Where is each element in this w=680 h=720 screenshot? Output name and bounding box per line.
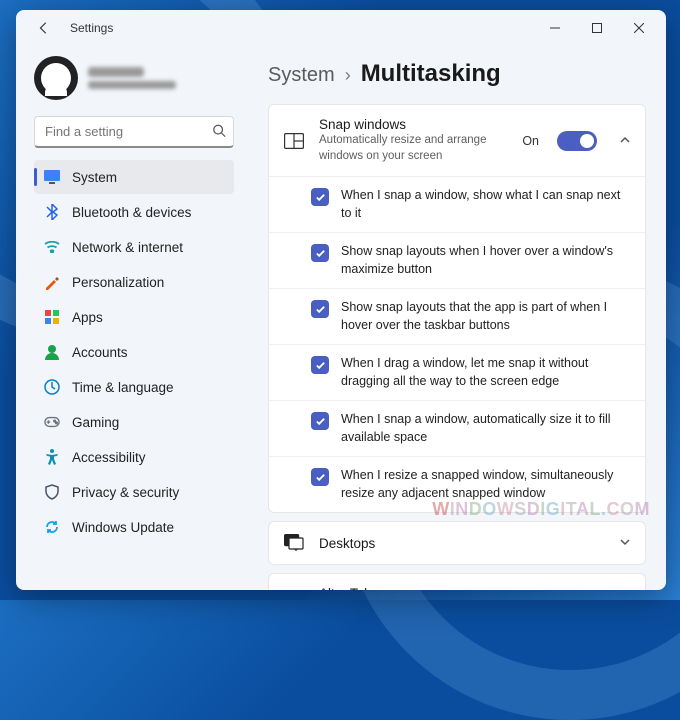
chevron-down-icon	[619, 535, 631, 551]
search-icon	[212, 124, 226, 141]
breadcrumb-parent[interactable]: System	[268, 64, 335, 87]
privacy-security-icon	[44, 484, 60, 500]
nav-list: System Bluetooth & devices Network & inter…	[34, 160, 234, 544]
apps-icon	[44, 309, 60, 325]
snap-windows-icon	[283, 133, 305, 149]
sidebar-item-apps[interactable]: Apps	[34, 300, 234, 334]
chevron-up-icon	[619, 133, 631, 149]
snap-windows-card: Snap windows Automatically resize and ar…	[268, 104, 646, 513]
sidebar-item-label: Bluetooth & devices	[72, 205, 191, 220]
snap-option-5[interactable]: When I resize a snapped window, simultan…	[269, 456, 645, 512]
sidebar-item-personalization[interactable]: Personalization	[34, 265, 234, 299]
sidebar-item-bluetooth-devices[interactable]: Bluetooth & devices	[34, 195, 234, 229]
sidebar-item-label: System	[72, 170, 117, 185]
snap-option-1[interactable]: Show snap layouts when I hover over a wi…	[269, 232, 645, 288]
desktops-icon	[283, 534, 305, 552]
checkbox-checked-icon[interactable]	[311, 300, 329, 318]
snap-option-4[interactable]: When I snap a window, automatically size…	[269, 400, 645, 456]
bluetooth-devices-icon	[44, 204, 60, 220]
settings-window: Settings System Bluetooth & devices	[16, 10, 666, 590]
personalization-icon	[44, 274, 60, 290]
back-button[interactable]	[30, 14, 58, 42]
alt-tab-title: Alt + Tab	[319, 586, 631, 590]
search-input[interactable]	[34, 116, 234, 148]
snap-option-label: When I snap a window, automatically size…	[341, 411, 631, 446]
breadcrumb: System › Multitasking	[268, 60, 646, 88]
main-content: System › Multitasking Snap windows Autom…	[244, 46, 666, 590]
minimize-button[interactable]	[534, 14, 576, 42]
checkbox-checked-icon[interactable]	[311, 188, 329, 206]
window-controls	[534, 14, 660, 42]
snap-option-3[interactable]: When I drag a window, let me snap it wit…	[269, 344, 645, 400]
sidebar-item-privacy-security[interactable]: Privacy & security	[34, 475, 234, 509]
desktops-header[interactable]: Desktops	[269, 522, 645, 564]
app-title: Settings	[70, 21, 113, 35]
desktops-card: Desktops	[268, 521, 646, 565]
profile-email-redacted	[88, 81, 176, 89]
snap-options-list: When I snap a window, show what I can sn…	[269, 176, 645, 512]
chevron-right-icon: ›	[345, 65, 351, 86]
sidebar-item-network-internet[interactable]: Network & internet	[34, 230, 234, 264]
sidebar-item-label: Apps	[72, 310, 103, 325]
system-icon	[44, 169, 60, 185]
snap-toggle[interactable]	[557, 131, 597, 151]
sidebar-item-label: Gaming	[72, 415, 119, 430]
sidebar-item-accounts[interactable]: Accounts	[34, 335, 234, 369]
snap-option-label: Show snap layouts when I hover over a wi…	[341, 243, 631, 278]
accessibility-icon	[44, 449, 60, 465]
snap-subtitle: Automatically resize and arrange windows…	[319, 133, 508, 164]
sidebar-item-accessibility[interactable]: Accessibility	[34, 440, 234, 474]
checkbox-checked-icon[interactable]	[311, 468, 329, 486]
network-internet-icon	[44, 239, 60, 255]
sidebar-item-windows-update[interactable]: Windows Update	[34, 510, 234, 544]
snap-option-label: When I snap a window, show what I can sn…	[341, 187, 631, 222]
sidebar: System Bluetooth & devices Network & inter…	[16, 46, 244, 590]
profile-text	[88, 67, 176, 89]
sidebar-item-label: Network & internet	[72, 240, 183, 255]
snap-option-label: When I resize a snapped window, simultan…	[341, 467, 631, 502]
checkbox-checked-icon[interactable]	[311, 356, 329, 374]
snap-title: Snap windows	[319, 117, 508, 132]
user-profile[interactable]	[34, 50, 234, 114]
snap-toggle-label: On	[522, 134, 539, 148]
page-title: Multitasking	[361, 60, 501, 88]
snap-option-0[interactable]: When I snap a window, show what I can sn…	[269, 177, 645, 232]
accounts-icon	[44, 344, 60, 360]
sidebar-item-label: Accessibility	[72, 450, 146, 465]
sidebar-item-time-language[interactable]: Time & language	[34, 370, 234, 404]
sidebar-item-system[interactable]: System	[34, 160, 234, 194]
sidebar-item-label: Accounts	[72, 345, 128, 360]
gaming-icon	[44, 414, 60, 430]
sidebar-item-label: Time & language	[72, 380, 174, 395]
sidebar-item-label: Personalization	[72, 275, 164, 290]
profile-name-redacted	[88, 67, 144, 77]
checkbox-checked-icon[interactable]	[311, 412, 329, 430]
maximize-button[interactable]	[576, 14, 618, 42]
snap-option-2[interactable]: Show snap layouts that the app is part o…	[269, 288, 645, 344]
time-language-icon	[44, 379, 60, 395]
snap-option-label: Show snap layouts that the app is part o…	[341, 299, 631, 334]
close-button[interactable]	[618, 14, 660, 42]
snap-option-label: When I drag a window, let me snap it wit…	[341, 355, 631, 390]
alt-tab-card: Alt + Tab Pressing Alt + Tab shows	[268, 573, 646, 590]
search-box	[34, 116, 234, 148]
sidebar-item-label: Privacy & security	[72, 485, 179, 500]
titlebar: Settings	[16, 10, 666, 46]
windows-update-icon	[44, 519, 60, 535]
sidebar-item-gaming[interactable]: Gaming	[34, 405, 234, 439]
desktops-title: Desktops	[319, 536, 597, 551]
alt-tab-header[interactable]: Alt + Tab Pressing Alt + Tab shows	[269, 574, 645, 590]
snap-windows-header[interactable]: Snap windows Automatically resize and ar…	[269, 105, 645, 176]
sidebar-item-label: Windows Update	[72, 520, 174, 535]
avatar	[34, 56, 78, 100]
checkbox-checked-icon[interactable]	[311, 244, 329, 262]
